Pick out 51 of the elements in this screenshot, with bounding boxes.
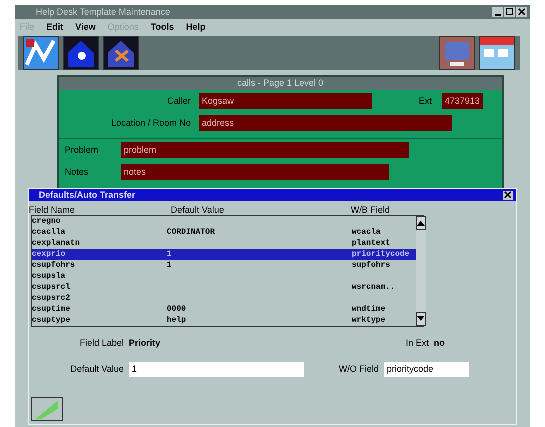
scroll-down-icon[interactable] [416,312,426,326]
list-row[interactable]: cregno [32,216,416,227]
caller-field[interactable]: Kogsaw [199,93,372,109]
form-title: calls - Page 1 Level 0 [59,77,502,90]
list-row[interactable]: csupsrcl wsrcnam.. [32,282,416,293]
list-row[interactable]: csupsla [32,271,416,282]
field-label: In Ext [404,338,430,348]
in-ext-value: no [434,338,445,348]
house-icon[interactable] [63,36,99,70]
scroll-up-icon[interactable] [416,216,426,230]
menu-item[interactable]: Edit [46,22,64,32]
chart-icon[interactable] [23,36,59,70]
field-label: Notes [64,167,90,177]
column-header: Field Name [29,205,76,215]
monitor-icon[interactable] [439,36,475,70]
dialog-title: Defaults/Auto Transfer [39,190,136,200]
field-label: Problem [64,145,100,155]
list-row[interactable]: csuptype help wrktype [32,315,416,326]
scrollbar[interactable] [416,216,426,326]
house-icon[interactable] [103,36,139,70]
column-header: W/B Field [351,205,392,215]
field-label: Ext [418,96,433,106]
notes-field[interactable]: notes [121,164,389,180]
location-field[interactable]: address [199,115,452,131]
field-label: Default Value [70,364,125,374]
field-label: Caller [166,96,192,106]
calendar-icon[interactable] [479,36,515,70]
list-row[interactable]: ccaclla CORDINATOR wcacla [32,227,416,238]
list-row[interactable]: csupsrc2 [32,293,416,304]
list-row[interactable]: csupfohrs 1 supfohrs [32,260,416,271]
menu-item[interactable]: Tools [150,22,174,32]
window-title: Help Desk Template Maintenance [35,7,172,17]
menu-item[interactable]: Help [186,22,206,32]
column-header: Default Value [171,205,226,215]
field-label: W/O Field [338,364,380,374]
maximize-button[interactable] [504,7,515,17]
field-label: Field Label [78,338,125,348]
list-row[interactable]: cexplanatn plantext [32,238,416,249]
menu-item[interactable]: View [76,22,96,32]
close-button[interactable] [503,190,513,200]
list-row[interactable]: cexprio 1 prioritycode [32,249,416,260]
list-row[interactable]: csuptime 0000 wndtime [32,304,416,315]
field-label: Location / Room No [110,118,192,128]
field-label-value: Priority [129,338,162,348]
wo-field-input[interactable]: prioritycode [384,362,469,376]
problem-field[interactable]: problem [121,142,409,158]
default-value-field[interactable]: 1 [129,362,304,376]
minimize-button[interactable] [492,7,503,17]
ext-field[interactable]: 4737913 [442,93,483,109]
close-button[interactable] [516,7,527,17]
ok-button[interactable] [31,397,63,421]
